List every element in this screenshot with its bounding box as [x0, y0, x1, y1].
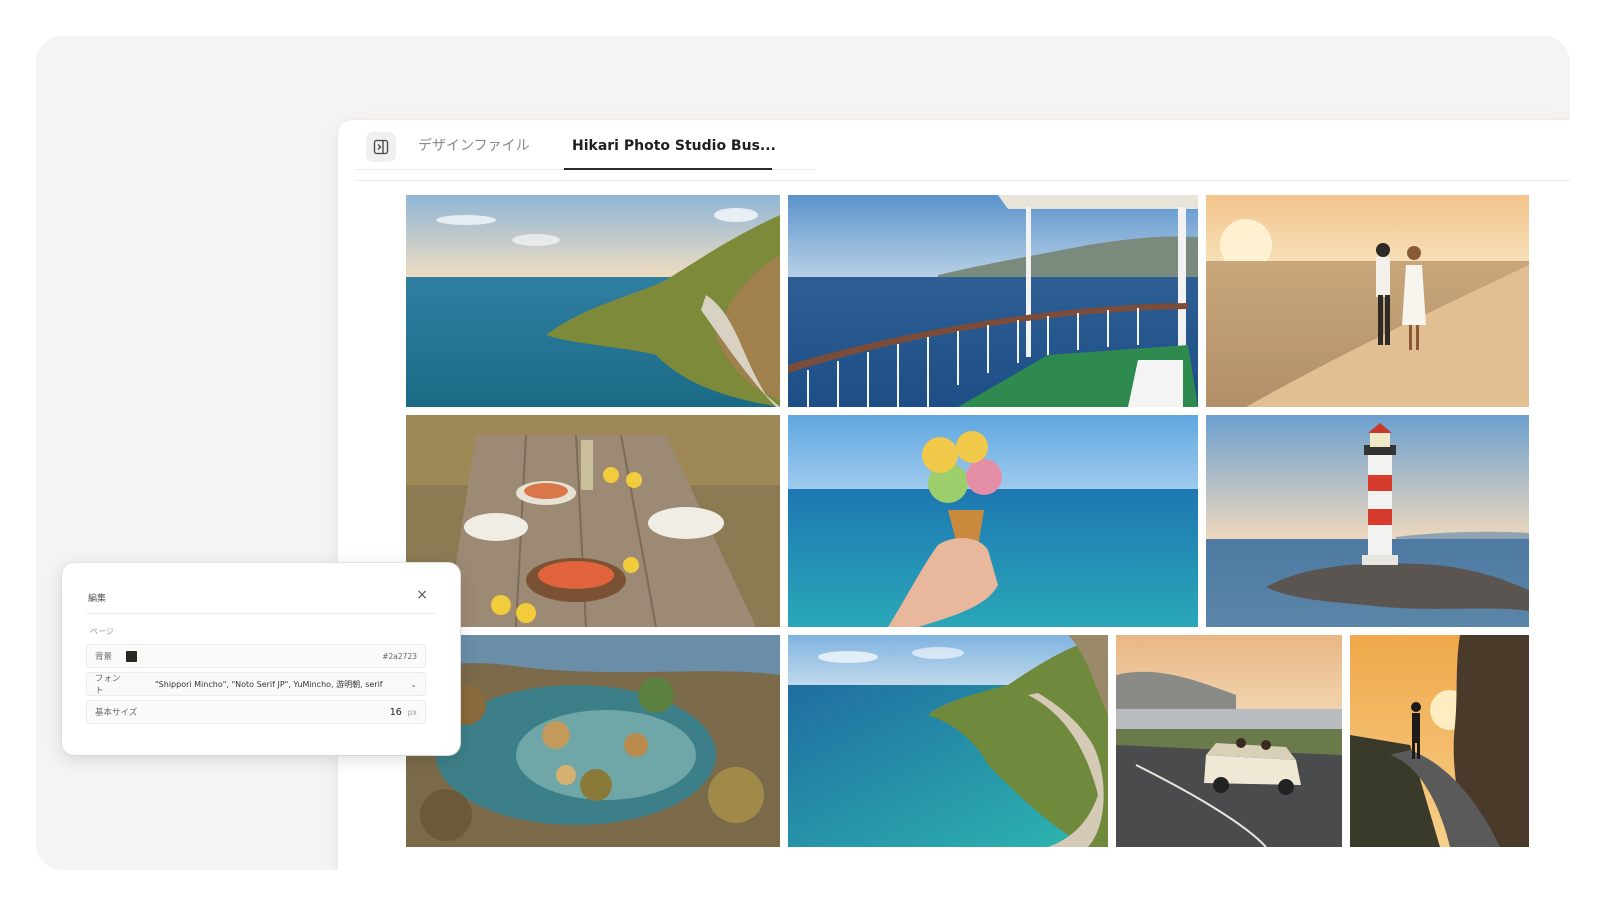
tab-bar: デザインファイル Hikari Photo Studio Bus...	[356, 120, 816, 170]
section-label-page: ページ	[90, 627, 114, 636]
panel-title: 編集	[88, 594, 107, 604]
photo-ferry-deck[interactable]	[788, 195, 1198, 407]
font-label: フォント	[95, 674, 121, 696]
sidebar-toggle-icon	[373, 139, 389, 155]
close-button[interactable]: ×	[416, 587, 428, 603]
chevron-down-icon: ⌄	[410, 679, 417, 689]
base-size-label: 基本サイズ	[95, 708, 138, 718]
background-label: 背景	[95, 652, 113, 662]
photo-vintage-car[interactable]	[1116, 635, 1342, 847]
photo-coastal-road[interactable]	[788, 635, 1108, 847]
header-divider	[356, 180, 1570, 181]
photo-tide-pool[interactable]	[406, 635, 780, 847]
base-size-unit: px	[407, 707, 417, 717]
background-color-field[interactable]: 背景 #2a2723	[86, 644, 426, 668]
photo-coastal-cliff[interactable]	[406, 195, 780, 407]
photo-ice-cream[interactable]	[788, 415, 1198, 627]
photo-gallery	[406, 195, 1529, 870]
photo-beach-couple[interactable]	[1206, 195, 1529, 407]
backdrop: デザインファイル Hikari Photo Studio Bus... 編集 ×…	[36, 36, 1570, 870]
photo-seafood-table[interactable]	[406, 415, 780, 627]
panel-divider	[86, 613, 436, 614]
background-hex-value: #2a2723	[382, 651, 417, 661]
tab-design-files[interactable]: デザインファイル	[418, 120, 530, 170]
edit-panel: 編集 × ページ 背景 #2a2723 フォント "Shippori Minch…	[62, 563, 460, 755]
base-size-field[interactable]: 基本サイズ 16 px	[86, 700, 426, 724]
color-swatch[interactable]	[126, 650, 137, 662]
sidebar-toggle-button[interactable]	[366, 132, 396, 162]
tab-project-file[interactable]: Hikari Photo Studio Bus...	[564, 120, 776, 170]
font-select[interactable]: フォント "Shippori Mincho", "Noto Serif JP",…	[86, 672, 426, 696]
font-value: "Shippori Mincho", "Noto Serif JP", YuMi…	[155, 679, 383, 689]
photo-lighthouse[interactable]	[1206, 415, 1529, 627]
base-size-value[interactable]: 16	[390, 707, 402, 718]
photo-sunset-walker[interactable]	[1350, 635, 1529, 847]
app-window: デザインファイル Hikari Photo Studio Bus...	[338, 120, 1570, 870]
